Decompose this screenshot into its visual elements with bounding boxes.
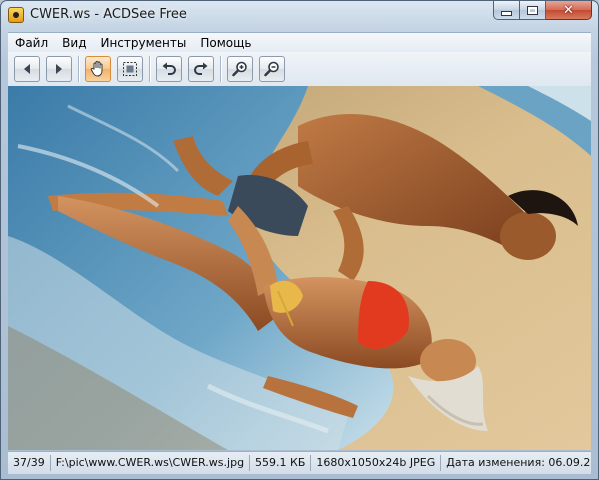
- menu-bar: Файл Вид Инструменты Помощь: [8, 32, 591, 53]
- file-size: 559.1 КБ: [250, 455, 312, 471]
- marquee-select-icon: [123, 62, 137, 76]
- hand-icon: [90, 61, 103, 77]
- app-window: CWER.ws - ACDSee Free ✕ Файл Вид Инструм…: [0, 0, 599, 480]
- close-button[interactable]: ✕: [546, 1, 592, 20]
- image-viewport[interactable]: [8, 86, 591, 450]
- minimize-button[interactable]: [493, 1, 520, 20]
- arrow-left-icon: [24, 64, 30, 74]
- caption-buttons: ✕: [493, 1, 592, 21]
- acdsee-app-icon[interactable]: [8, 7, 24, 23]
- maximize-button[interactable]: [520, 1, 546, 20]
- minimize-icon: [501, 10, 512, 16]
- close-icon: ✕: [563, 2, 574, 18]
- arrow-right-icon: [56, 64, 62, 74]
- previous-button[interactable]: [14, 56, 40, 82]
- next-button[interactable]: [46, 56, 72, 82]
- zoom-in-button[interactable]: [227, 56, 253, 82]
- modified-date: Дата изменения: 06.09.201...: [446, 456, 591, 469]
- toolbar: [8, 52, 591, 87]
- toolbar-separator: [149, 56, 150, 82]
- maximize-icon: [527, 5, 538, 15]
- menu-help[interactable]: Помощь: [193, 33, 258, 53]
- toolbar-separator: [78, 56, 79, 82]
- menu-tools[interactable]: Инструменты: [93, 33, 193, 53]
- window-title: CWER.ws - ACDSee Free: [30, 7, 187, 22]
- zoom-in-icon: [232, 61, 247, 77]
- rotate-left-icon: [162, 62, 176, 75]
- toolbar-separator: [220, 56, 221, 82]
- menu-file[interactable]: Файл: [8, 33, 55, 53]
- rotate-right-button[interactable]: [188, 56, 214, 82]
- menu-view[interactable]: Вид: [55, 33, 93, 53]
- image-position: 37/39: [8, 455, 51, 471]
- file-path: F:\pic\www.CWER.ws\CWER.ws.jpg: [51, 455, 251, 471]
- select-tool-button[interactable]: [117, 56, 143, 82]
- beach-photo: [8, 86, 591, 450]
- pan-tool-button[interactable]: [85, 56, 111, 82]
- rotate-right-icon: [194, 62, 208, 75]
- zoom-out-button[interactable]: [259, 56, 285, 82]
- rotate-left-button[interactable]: [156, 56, 182, 82]
- title-bar[interactable]: CWER.ws - ACDSee Free ✕: [1, 1, 598, 31]
- image-dimensions: 1680x1050x24b JPEG: [311, 455, 442, 471]
- status-bar: 37/39 F:\pic\www.CWER.ws\CWER.ws.jpg 559…: [8, 451, 591, 474]
- zoom-out-icon: [264, 61, 279, 77]
